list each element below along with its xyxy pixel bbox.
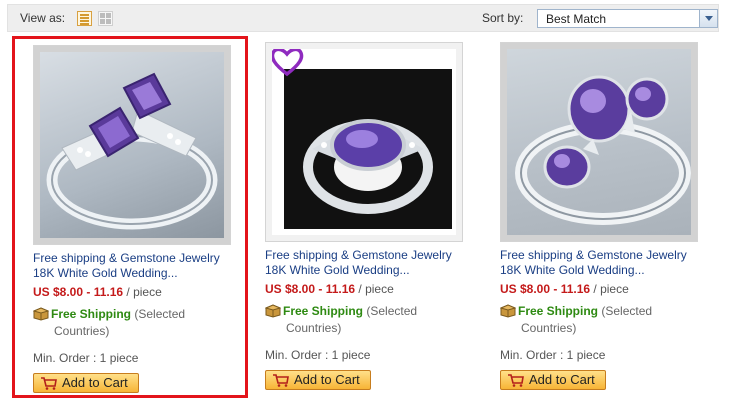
cart-icon: [41, 377, 57, 390]
ring-photo: [515, 75, 691, 225]
countries-label: Countries): [54, 324, 110, 338]
min-order: Min. Order : 1 piece: [33, 351, 139, 365]
product-image[interactable]: [265, 42, 463, 242]
product-image[interactable]: [33, 45, 231, 245]
shipping-info: Free Shipping (Selected Countries): [33, 306, 243, 340]
sort-select[interactable]: Best Match: [537, 9, 718, 28]
free-shipping-label: Free Shipping: [283, 304, 364, 318]
add-to-cart-label: Add to Cart: [529, 372, 595, 387]
sort-selected-value: Best Match: [546, 12, 607, 26]
price-unit: / piece: [593, 282, 629, 296]
selected-label: (Selected: [134, 307, 186, 321]
product-image[interactable]: [500, 42, 698, 242]
ring-photo: [46, 72, 218, 230]
product-card[interactable]: Free shipping & Gemstone Jewelry 18K Whi…: [486, 36, 722, 398]
view-as-label: View as:: [20, 11, 66, 25]
free-shipping-label: Free Shipping: [51, 307, 132, 321]
free-shipping-label: Free Shipping: [518, 304, 599, 318]
grid-view-icon[interactable]: [98, 11, 113, 26]
price-row: US $8.00 - 11.16 / piece: [500, 282, 629, 296]
add-to-cart-button[interactable]: Add to Cart: [33, 373, 139, 393]
shipping-info: Free Shipping (Selected Countries): [265, 303, 475, 337]
shipping-box-icon: [500, 304, 516, 318]
add-to-cart-button[interactable]: Add to Cart: [500, 370, 606, 390]
product-card[interactable]: Free shipping & Gemstone Jewelry 18K Whi…: [12, 36, 248, 398]
shipping-box-icon: [265, 304, 281, 318]
product-price: US $8.00 - 11.16: [33, 285, 124, 299]
price-unit: / piece: [358, 282, 394, 296]
heart-icon: [272, 49, 304, 77]
price-unit: / piece: [126, 285, 162, 299]
product-price: US $8.00 - 11.16: [500, 282, 591, 296]
add-to-cart-button[interactable]: Add to Cart: [265, 370, 371, 390]
sort-by-label: Sort by:: [482, 11, 524, 25]
selected-label: (Selected: [366, 304, 418, 318]
dropdown-arrow-icon[interactable]: [699, 10, 717, 27]
product-price: US $8.00 - 11.16: [265, 282, 356, 296]
min-order: Min. Order : 1 piece: [265, 348, 371, 362]
add-to-cart-label: Add to Cart: [294, 372, 360, 387]
price-row: US $8.00 - 11.16 / piece: [33, 285, 162, 299]
product-title[interactable]: Free shipping & Gemstone Jewelry 18K Whi…: [33, 251, 258, 281]
cart-icon: [273, 374, 289, 387]
results-toolbar: View as: Sort by: Best Match: [7, 4, 719, 32]
selected-label: (Selected: [601, 304, 653, 318]
product-card[interactable]: Free shipping & Gemstone Jewelry 18K Whi…: [250, 36, 486, 398]
countries-label: Countries): [521, 321, 577, 335]
price-row: US $8.00 - 11.16 / piece: [265, 282, 394, 296]
add-to-cart-label: Add to Cart: [62, 375, 128, 390]
countries-label: Countries): [286, 321, 342, 335]
list-view-icon[interactable]: [77, 11, 92, 26]
shipping-info: Free Shipping (Selected Countries): [500, 303, 710, 337]
product-title[interactable]: Free shipping & Gemstone Jewelry 18K Whi…: [265, 248, 490, 278]
shipping-box-icon: [33, 307, 49, 321]
product-title[interactable]: Free shipping & Gemstone Jewelry 18K Whi…: [500, 248, 725, 278]
cart-icon: [508, 374, 524, 387]
min-order: Min. Order : 1 piece: [500, 348, 606, 362]
